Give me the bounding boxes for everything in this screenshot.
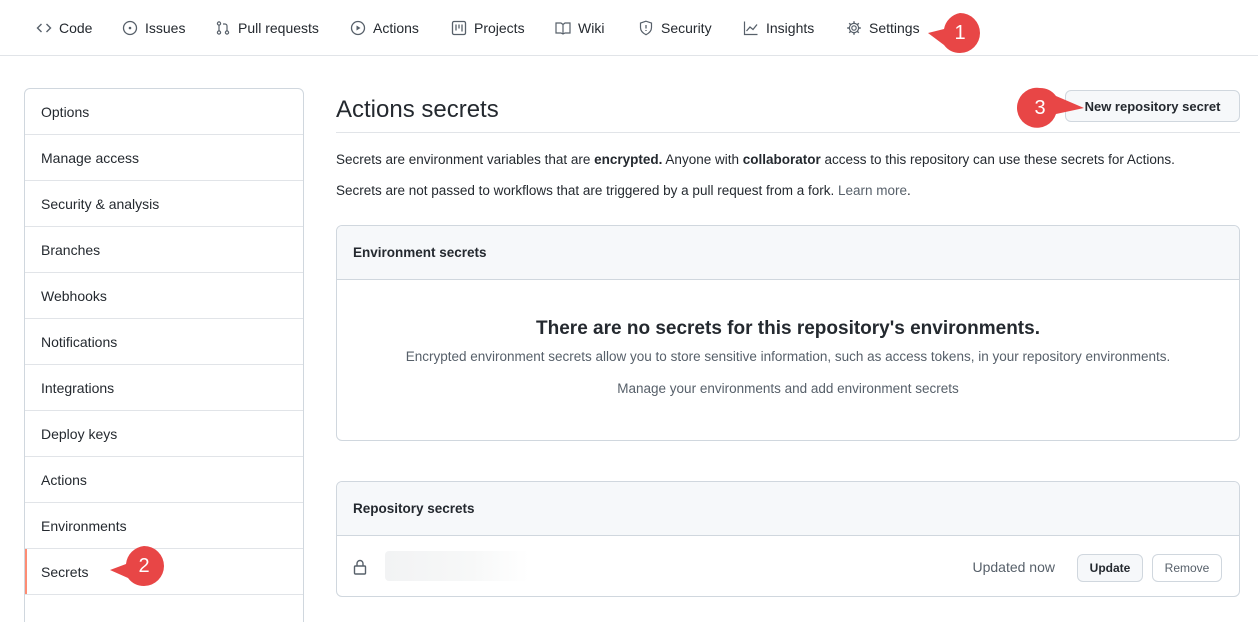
fork-note-end: . bbox=[907, 183, 911, 198]
sidebar-item-manage-access[interactable]: Manage access bbox=[25, 135, 303, 181]
sidebar-item-environments[interactable]: Environments bbox=[25, 503, 303, 549]
callout-number: 2 bbox=[138, 554, 150, 577]
sidebar-item-label: Notifications bbox=[41, 333, 118, 350]
desc-text: Secrets are environment variables that a… bbox=[336, 152, 595, 167]
learn-more-link[interactable]: Learn more bbox=[838, 183, 907, 198]
title-divider bbox=[336, 132, 1240, 133]
secret-updated-status: Updated now bbox=[972, 559, 1055, 575]
new-repository-secret-button[interactable]: New repository secret bbox=[1065, 90, 1240, 122]
sidebar-item-notifications[interactable]: Notifications bbox=[25, 319, 303, 365]
desc-text: Anyone with bbox=[662, 152, 743, 167]
code-icon bbox=[36, 20, 52, 36]
callout-number: 1 bbox=[954, 21, 966, 44]
tab-projects-label: Projects bbox=[474, 20, 525, 36]
tab-insights-label: Insights bbox=[766, 20, 815, 36]
manage-environments-text: Manage your environments and add environ… bbox=[617, 381, 959, 396]
sidebar-item-label: Integrations bbox=[41, 379, 115, 396]
fork-note-text: Secrets are not passed to workflows that… bbox=[336, 183, 838, 198]
graph-icon bbox=[743, 20, 759, 36]
sidebar-item-integrations[interactable]: Integrations bbox=[25, 365, 303, 411]
tab-projects[interactable]: Projects bbox=[451, 0, 525, 56]
tab-insights[interactable]: Insights bbox=[743, 0, 814, 56]
tab-issues[interactable]: Issues bbox=[122, 0, 185, 56]
repository-secrets-header: Repository secrets bbox=[337, 482, 1239, 536]
callout-marker-3: 3 bbox=[1016, 86, 1084, 134]
tab-actions-label: Actions bbox=[373, 20, 419, 36]
sidebar-item-label: Manage access bbox=[41, 149, 140, 166]
tab-settings[interactable]: Settings bbox=[846, 0, 920, 56]
tab-pull-requests[interactable]: Pull requests bbox=[215, 0, 319, 56]
page-title: Actions secrets bbox=[336, 96, 499, 123]
sidebar-item-webhooks[interactable]: Webhooks bbox=[25, 273, 303, 319]
gear-icon bbox=[846, 20, 862, 36]
desc-bold-collaborator: collaborator bbox=[742, 152, 821, 167]
callout-number: 3 bbox=[1034, 96, 1046, 119]
tab-actions[interactable]: Actions bbox=[350, 0, 419, 56]
sidebar-item-label: Options bbox=[41, 103, 90, 120]
secrets-description: Secrets are environment variables that a… bbox=[336, 152, 1175, 167]
tab-pull-requests-label: Pull requests bbox=[238, 20, 319, 36]
desc-bold-encrypted: encrypted. bbox=[594, 152, 663, 167]
environment-secrets-header: Environment secrets bbox=[337, 226, 1239, 280]
pull-request-icon bbox=[215, 20, 231, 36]
update-button[interactable]: Update bbox=[1077, 554, 1143, 582]
tab-code[interactable]: Code bbox=[36, 0, 92, 56]
tab-code-label: Code bbox=[59, 20, 93, 36]
repository-secrets-box: Repository secrets Updated now Update Re… bbox=[336, 481, 1240, 597]
environment-secrets-box: Environment secrets There are no secrets… bbox=[336, 225, 1240, 441]
book-icon bbox=[555, 20, 571, 36]
tab-wiki[interactable]: Wiki bbox=[555, 0, 604, 56]
blank-state-title: There are no secrets for this repository… bbox=[536, 318, 1040, 339]
sidebar-item-label: Environments bbox=[41, 517, 127, 534]
sidebar-item-label: Deploy keys bbox=[41, 425, 118, 442]
sidebar-item-label: Branches bbox=[41, 241, 101, 258]
sidebar-item-label: Secrets bbox=[41, 563, 89, 580]
sidebar-item-label: Security & analysis bbox=[41, 195, 160, 212]
tab-security-label: Security bbox=[661, 20, 712, 36]
redacted-secret-name bbox=[385, 551, 529, 581]
desc-text: access to this repository can use these … bbox=[820, 152, 1175, 167]
issue-icon bbox=[122, 20, 138, 36]
play-icon bbox=[350, 20, 366, 36]
sidebar-item-label: Actions bbox=[41, 471, 87, 488]
tab-wiki-label: Wiki bbox=[578, 20, 605, 36]
sidebar-item-deploy-keys[interactable]: Deploy keys bbox=[25, 411, 303, 457]
lock-icon bbox=[353, 559, 367, 575]
tab-settings-label: Settings bbox=[869, 20, 920, 36]
callout-marker-1: 1 bbox=[928, 11, 988, 59]
sidebar-item-branches[interactable]: Branches bbox=[25, 227, 303, 273]
shield-icon bbox=[638, 20, 654, 36]
tab-security[interactable]: Security bbox=[638, 0, 712, 56]
tab-issues-label: Issues bbox=[145, 20, 186, 36]
project-icon bbox=[451, 20, 467, 36]
sidebar-item-actions[interactable]: Actions bbox=[25, 457, 303, 503]
repo-nav: Code Issues Pull requests Actions Projec… bbox=[0, 0, 1258, 56]
secret-row: Updated now Update Remove bbox=[337, 537, 1239, 596]
callout-marker-2: 2 bbox=[110, 544, 172, 592]
sidebar-item-label: Webhooks bbox=[41, 287, 107, 304]
sidebar-item-options[interactable]: Options bbox=[25, 89, 303, 135]
fork-note: Secrets are not passed to workflows that… bbox=[336, 183, 911, 198]
blank-state-description: Encrypted environment secrets allow you … bbox=[405, 349, 1171, 364]
remove-button[interactable]: Remove bbox=[1152, 554, 1222, 582]
settings-sidebar: Options Manage access Security & analysi… bbox=[24, 88, 304, 622]
sidebar-item-security-analysis[interactable]: Security & analysis bbox=[25, 181, 303, 227]
